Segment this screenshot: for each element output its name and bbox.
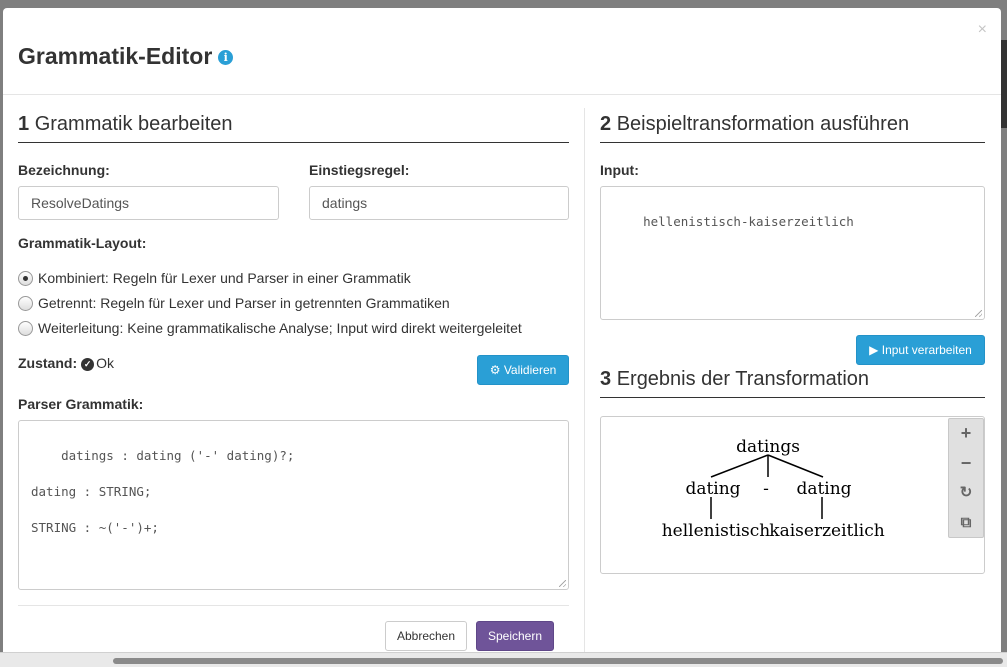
section-title: Beispieltransformation ausführen: [616, 113, 910, 135]
horizontal-scrollbar[interactable]: [0, 652, 1007, 667]
section-title: Ergebnis der Transformation: [616, 368, 870, 390]
column-divider: [584, 108, 585, 658]
close-icon[interactable]: ×: [978, 22, 987, 38]
resize-grip-icon[interactable]: [559, 580, 566, 587]
section-title: Grammatik bearbeiten: [34, 113, 233, 135]
tree-node-dating-1: dating: [685, 479, 740, 499]
save-button[interactable]: Speichern: [476, 621, 554, 651]
process-input-button[interactable]: ▶ Input verarbeiten: [856, 335, 985, 365]
info-icon[interactable]: i: [218, 50, 234, 65]
cancel-button[interactable]: Abbrechen: [385, 621, 467, 651]
plus-icon[interactable]: +: [949, 419, 983, 447]
layout-option-forward[interactable]: Weiterleitung: Keine grammatikalische An…: [18, 319, 522, 337]
status-label: Zustand:: [18, 355, 78, 371]
grammar-layout-label: Grammatik-Layout:: [18, 235, 147, 251]
section-heading-example-transform: 2 Beispieltransformation ausführen: [600, 112, 985, 143]
tree-node-dating-2: dating: [796, 479, 851, 499]
tree-edge: [767, 454, 824, 478]
input-label: Input:: [600, 162, 639, 178]
backdrop-strip: [1001, 40, 1007, 128]
scrollbar-thumb[interactable]: [113, 658, 1003, 664]
modal-title: Grammatik-Editor i: [18, 42, 234, 70]
einstiegsregel-input[interactable]: datings: [309, 186, 569, 220]
layout-option-label: Kombiniert: Regeln für Lexer und Parser …: [38, 270, 411, 286]
play-icon: ▶: [869, 343, 879, 357]
section-number: 1: [18, 113, 30, 135]
modal-title-text: Grammatik-Editor: [18, 43, 213, 69]
layout-option-separate[interactable]: Getrennt: Regeln für Lexer und Parser in…: [18, 294, 450, 312]
refresh-icon[interactable]: ↻: [949, 479, 983, 507]
parse-tree: datings dating - dating hellenistisch ka…: [662, 437, 885, 541]
resize-grip-icon[interactable]: [975, 310, 982, 317]
transform-input-textarea[interactable]: hellenistisch-kaiserzeitlich: [600, 186, 985, 320]
gear-icon: ⚙: [489, 363, 501, 377]
tree-edge: [710, 454, 769, 478]
layout-option-label: Getrennt: Regeln für Lexer und Parser in…: [38, 295, 450, 311]
tree-leaf-2: kaiserzeitlich: [769, 521, 884, 541]
external-link-icon[interactable]: ⧉: [949, 509, 983, 537]
transform-input-text: hellenistisch-kaiserzeitlich: [643, 214, 854, 229]
tree-node-separator: -: [763, 479, 769, 499]
radio-button[interactable]: [18, 295, 33, 311]
validate-button[interactable]: ⚙ Validieren: [477, 355, 569, 385]
radio-button[interactable]: [18, 320, 33, 336]
section-heading-result: 3 Ergebnis der Transformation: [600, 367, 985, 398]
bezeichnung-label: Bezeichnung:: [18, 162, 110, 178]
section-number: 3: [600, 368, 612, 390]
parse-tree-panel: datings dating - dating hellenistisch ka…: [600, 416, 985, 574]
status-row: Zustand: ✓ Ok: [18, 354, 114, 372]
tree-toolbar: + − ↻ ⧉: [948, 418, 984, 538]
layout-option-combined[interactable]: Kombiniert: Regeln für Lexer und Parser …: [18, 269, 411, 287]
section-number: 2: [600, 113, 612, 135]
layout-option-label: Weiterleitung: Keine grammatikalische An…: [38, 320, 522, 336]
parser-grammar-text: datings : dating ('-' dating)?; dating :…: [31, 448, 295, 535]
radio-button-checked[interactable]: [18, 270, 33, 286]
footer-divider: [18, 605, 569, 606]
parser-grammar-textarea[interactable]: datings : dating ('-' dating)?; dating :…: [18, 420, 569, 590]
section-heading-edit-grammar: 1 Grammatik bearbeiten: [18, 112, 569, 143]
bezeichnung-input[interactable]: ResolveDatings: [18, 186, 279, 220]
status-value: Ok: [96, 355, 114, 371]
tree-leaf-1: hellenistisch: [662, 521, 771, 541]
grammar-editor-modal: Grammatik-Editor i × 1 Grammatik bearbeit…: [3, 8, 1001, 658]
check-circle-icon: ✓: [81, 358, 95, 371]
minus-icon[interactable]: −: [949, 449, 983, 477]
validate-button-label: Validieren: [503, 363, 557, 377]
parser-grammar-label: Parser Grammatik:: [18, 396, 144, 412]
process-input-label: Input verarbeiten: [881, 343, 972, 357]
einstiegsregel-label: Einstiegsregel:: [309, 162, 410, 178]
tree-node-root: datings: [736, 437, 800, 457]
modal-header: Grammatik-Editor i ×: [3, 8, 1001, 95]
